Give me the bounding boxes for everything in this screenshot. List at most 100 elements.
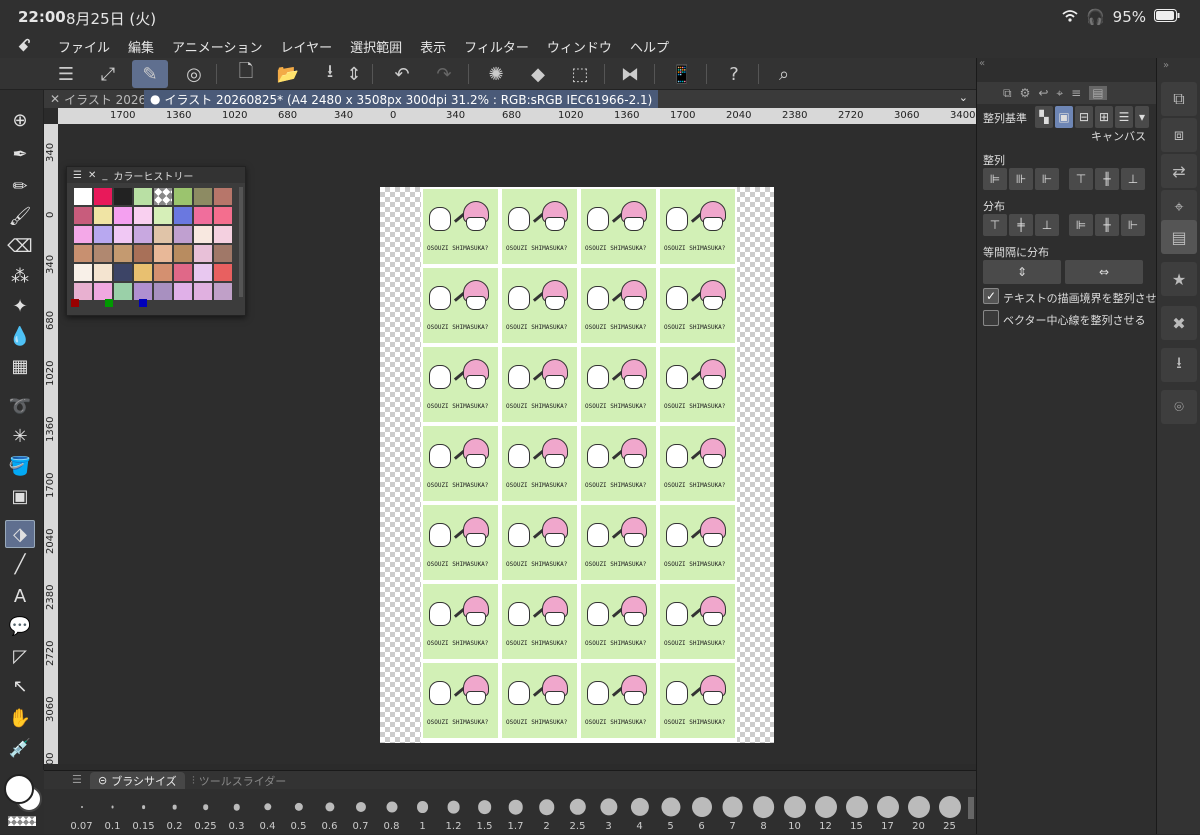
brush-size-option[interactable]: 10 — [779, 791, 810, 835]
expand-right-icon[interactable]: » — [1163, 60, 1169, 71]
blend-icon[interactable]: 💧 — [5, 322, 35, 350]
color-swatch[interactable] — [133, 263, 153, 282]
brush-size-option[interactable]: 12 — [810, 791, 841, 835]
align-right-icon[interactable]: ⊩ — [1035, 168, 1059, 190]
menu-edit[interactable]: 編集 — [128, 37, 154, 56]
main-color-icon[interactable] — [4, 774, 34, 804]
distribute-bottom-icon[interactable]: ⊥ — [1035, 214, 1059, 236]
brush-size-option[interactable]: 2 — [531, 791, 562, 835]
redo-icon[interactable]: ↷ — [426, 60, 462, 88]
flip-horizontal-icon[interactable]: ⧓ — [612, 60, 648, 88]
color-swatch[interactable] — [73, 263, 93, 282]
align-bottom-icon[interactable]: ⊥ — [1121, 168, 1145, 190]
new-file-icon[interactable]: 🗋 — [228, 60, 264, 88]
navigator-icon[interactable]: ⌖ — [1161, 190, 1197, 224]
camera-icon[interactable]: ⌾ — [1161, 390, 1197, 424]
tab-illust-1[interactable]: ✕ イラスト 20260 — [44, 90, 160, 108]
color-swatch[interactable] — [173, 206, 193, 225]
app-logo-icon[interactable]: ꗃ — [18, 36, 31, 56]
brush-size-option[interactable]: 0.4 — [252, 791, 283, 835]
layers-icon[interactable]: ⧉ — [1161, 82, 1197, 116]
device-icon[interactable]: 📱 — [664, 60, 700, 88]
align-panel-icon[interactable]: ▤ — [1161, 220, 1197, 254]
color-swatch[interactable] — [153, 187, 173, 206]
undo-icon[interactable]: ↶ — [384, 60, 420, 88]
distribute-top-icon[interactable]: ⊤ — [983, 214, 1007, 236]
color-swatch[interactable] — [133, 187, 153, 206]
brush-size-option[interactable]: 15 — [841, 791, 872, 835]
align-middle-v-icon[interactable]: ╫ — [1095, 168, 1119, 190]
brush-size-option[interactable]: 1.7 — [500, 791, 531, 835]
align-tab-icon[interactable]: ▤ — [1089, 86, 1107, 100]
mesh-icon[interactable]: ▦ — [5, 352, 35, 380]
brush-size-option[interactable]: 7 — [717, 791, 748, 835]
lasso-icon[interactable]: ➰ — [5, 392, 35, 420]
brush-size-option[interactable]: 25 — [934, 791, 965, 835]
color-swatch[interactable] — [173, 244, 193, 263]
color-swatch[interactable] — [73, 225, 93, 244]
color-swatch[interactable] — [153, 263, 173, 282]
color-swatch[interactable] — [173, 187, 193, 206]
brush-size-option[interactable]: 0.3 — [221, 791, 252, 835]
equal-spacing-horizontal-icon[interactable]: ⇔ — [1065, 260, 1143, 284]
fill-icon[interactable]: ◆ — [520, 60, 556, 88]
sparkle-icon[interactable]: ✦ — [5, 292, 35, 320]
color-swatch[interactable] — [113, 206, 133, 225]
brush-icon[interactable]: 🖌 — [5, 202, 35, 230]
minimize-icon[interactable]: _ — [102, 170, 107, 181]
brush-size-option[interactable]: 0.1 — [97, 791, 128, 835]
import-icon[interactable]: ⭳ — [1161, 348, 1197, 382]
grip-icon[interactable]: ☰ — [72, 773, 82, 786]
color-swatch[interactable] — [93, 263, 113, 282]
color-swatch[interactable] — [113, 263, 133, 282]
color-swatch[interactable] — [93, 206, 113, 225]
color-swatch[interactable] — [193, 225, 213, 244]
distribute-left-icon[interactable]: ⊫ — [1069, 214, 1093, 236]
menu-filter[interactable]: フィルター — [464, 37, 529, 56]
eraser-icon[interactable]: ⌫ — [5, 232, 35, 260]
brush-size-option[interactable]: 0.15 — [128, 791, 159, 835]
hand-icon[interactable]: ✋ — [5, 704, 35, 732]
search-icon[interactable]: ⌕ — [766, 60, 802, 88]
chevron-down-icon[interactable]: ⌄ — [959, 91, 968, 104]
color-swatch[interactable] — [139, 299, 147, 307]
basis-selection-icon[interactable]: ▚ — [1035, 106, 1053, 128]
color-swatch[interactable] — [133, 225, 153, 244]
property-tab-icon[interactable]: ≡ — [1071, 86, 1081, 100]
scrollbar[interactable] — [968, 797, 974, 819]
basis-canvas-icon[interactable]: ▣ — [1055, 106, 1073, 128]
brush-size-option[interactable]: 0.8 — [376, 791, 407, 835]
color-swatch[interactable] — [173, 263, 193, 282]
loading-icon[interactable]: ✺ — [478, 60, 514, 88]
equal-spacing-vertical-icon[interactable]: ⇕ — [983, 260, 1061, 284]
color-swatch[interactable] — [113, 225, 133, 244]
close-icon[interactable]: ✕ — [88, 170, 96, 181]
brush-size-option[interactable]: 20 — [903, 791, 934, 835]
align-top-icon[interactable]: ⊤ — [1069, 168, 1093, 190]
open-folder-icon[interactable]: 📂 — [270, 60, 306, 88]
brush-size-option[interactable]: 0.7 — [345, 791, 376, 835]
color-swatch[interactable] — [153, 244, 173, 263]
basis-dropdown-icon[interactable]: ▾ — [1135, 106, 1149, 128]
color-swatch[interactable] — [213, 263, 233, 282]
color-swatch[interactable] — [93, 187, 113, 206]
color-swatch[interactable] — [213, 187, 233, 206]
menu-selection[interactable]: 選択範囲 — [350, 37, 402, 56]
companion-icon[interactable]: ◎ — [176, 60, 212, 88]
save-options-icon[interactable]: ⇕ — [344, 60, 364, 88]
resize-icon[interactable]: ⤢ — [90, 60, 126, 88]
color-swatch[interactable] — [193, 206, 213, 225]
object-select-icon[interactable]: ⬗ — [5, 520, 35, 548]
edit-shortcut-icon[interactable]: ✎ — [132, 60, 168, 88]
color-swatch[interactable] — [193, 187, 213, 206]
collapse-right-icon[interactable]: « — [979, 58, 1155, 80]
tab-illust-2[interactable]: ● イラスト 20260825* (A4 2480 x 3508px 300dp… — [144, 90, 659, 108]
scrollbar[interactable] — [239, 187, 243, 297]
navigator-tab-icon[interactable]: ⌖ — [1056, 86, 1063, 101]
history-icon[interactable]: ⇄ — [1161, 154, 1197, 188]
frame-icon[interactable]: ◸ — [5, 642, 35, 670]
basis-key-icon[interactable]: ⊟ — [1075, 106, 1093, 128]
color-swatch[interactable] — [93, 244, 113, 263]
brush-size-option[interactable]: 0.07 — [66, 791, 97, 835]
color-swatch[interactable] — [73, 187, 93, 206]
